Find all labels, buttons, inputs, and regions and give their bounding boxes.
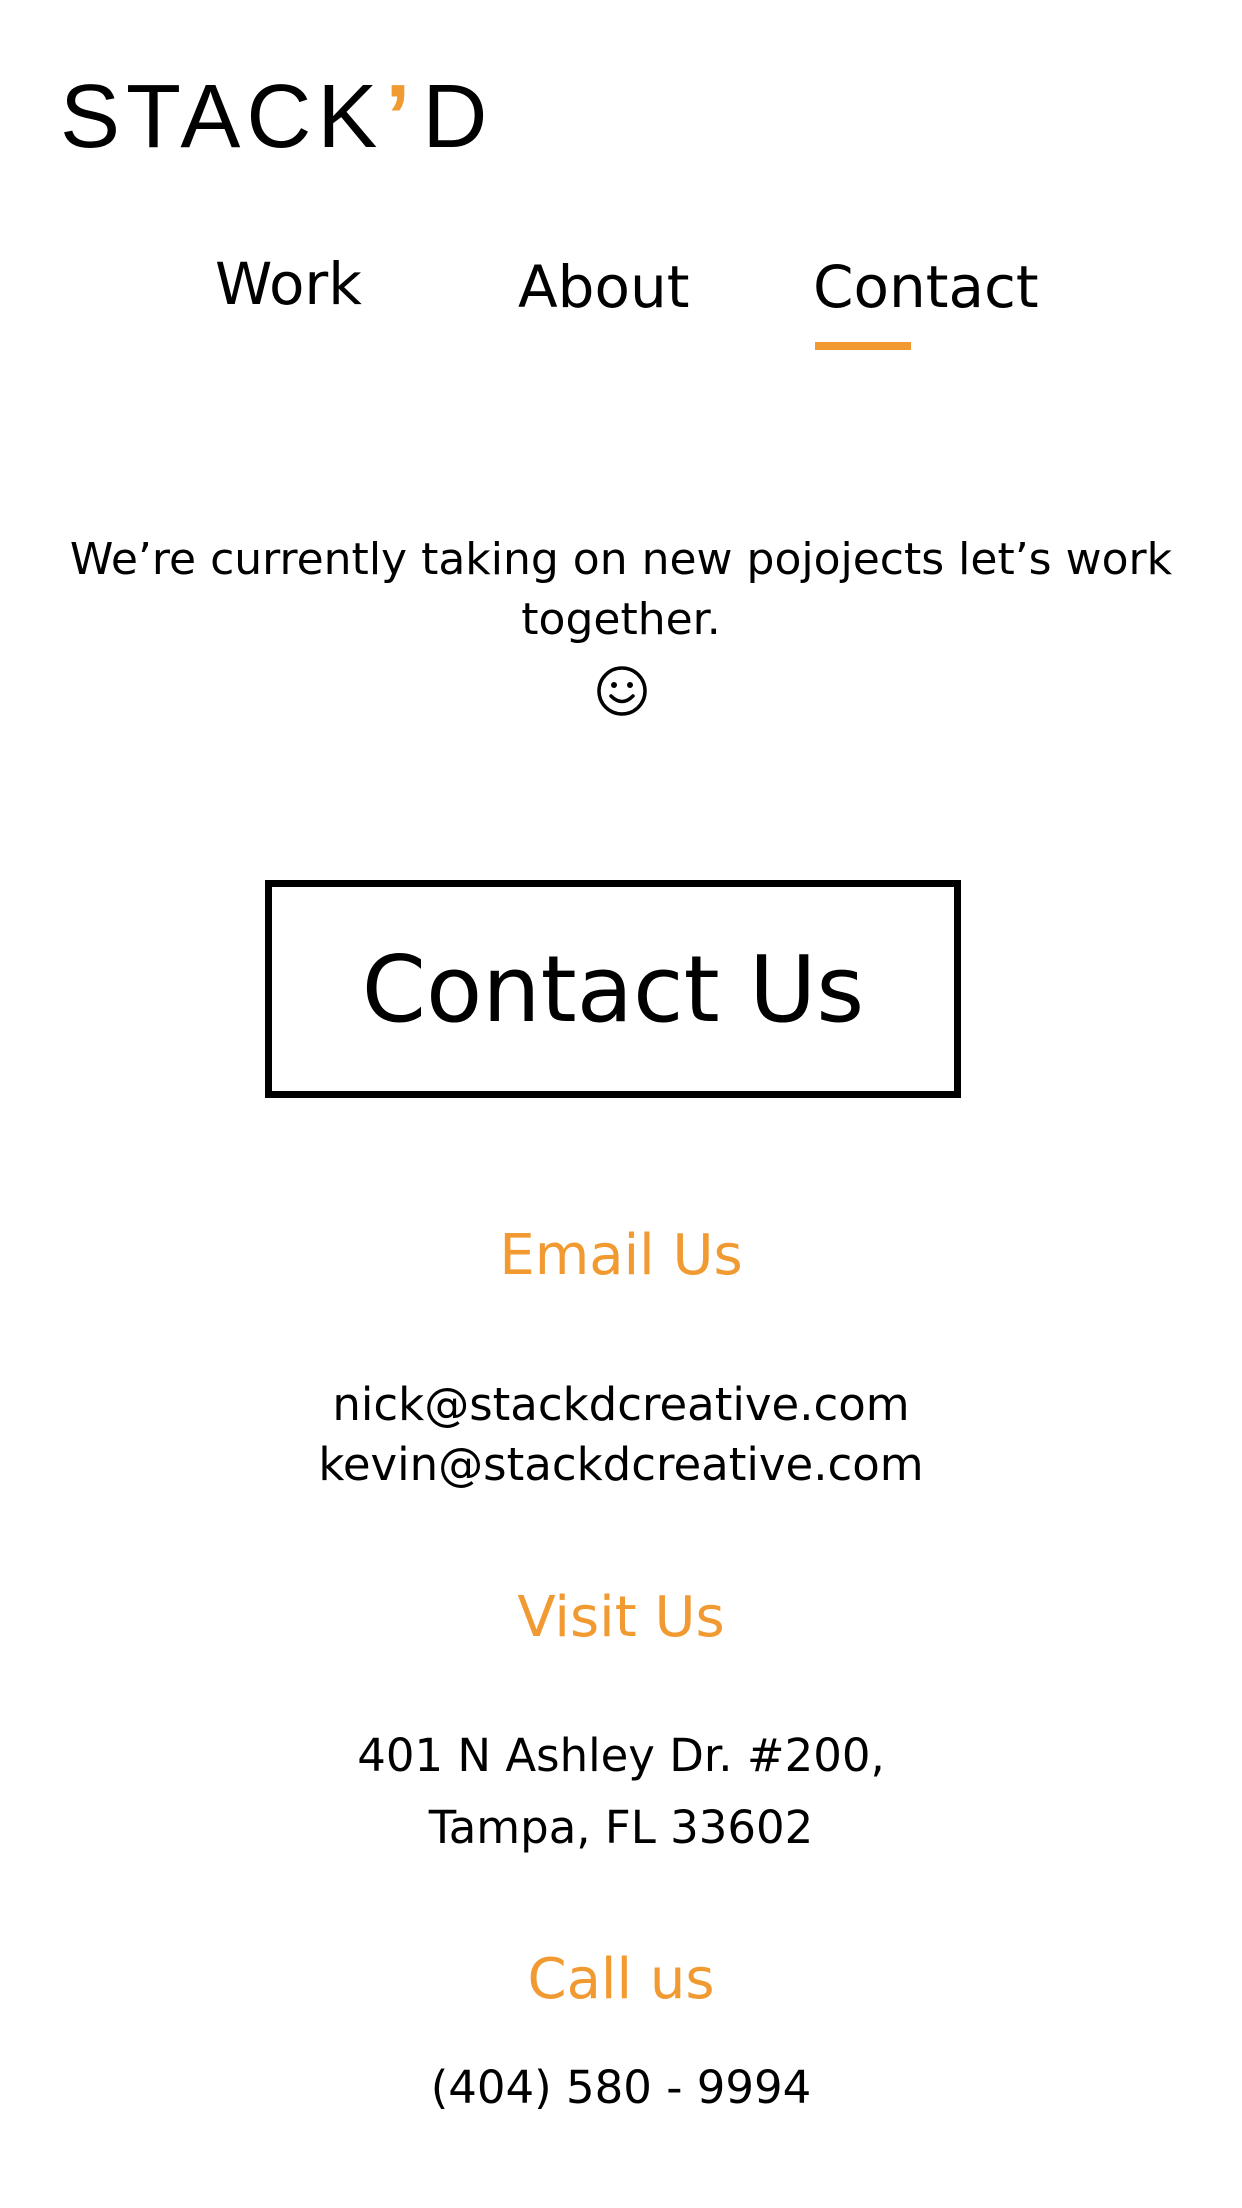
- logo-text-right: D: [422, 67, 494, 167]
- call-heading: Call us: [527, 1947, 715, 2012]
- logo-apostrophe: ’: [385, 67, 417, 167]
- email-link-kevin[interactable]: kevin@stackdcreative.com: [318, 1438, 923, 1491]
- visit-heading: Visit Us: [517, 1585, 725, 1650]
- contact-us-button-label: Contact Us: [361, 935, 865, 1043]
- nav-item-work[interactable]: Work: [215, 255, 362, 313]
- email-link-nick[interactable]: nick@stackdcreative.com: [332, 1378, 909, 1431]
- site-logo[interactable]: STACK ’ D: [60, 72, 493, 162]
- address-line-2: Tampa, FL 33602: [428, 1801, 814, 1854]
- intro-text: We’re currently taking on new pojojects …: [69, 534, 1173, 645]
- smiley-icon: [597, 666, 647, 716]
- address: 401 N Ashley Dr. #200, Tampa, FL 33602: [0, 1720, 1242, 1864]
- phone-number: (404) 580 - 9994: [0, 2058, 1242, 2118]
- phone-link[interactable]: (404) 580 - 9994: [431, 2061, 812, 2114]
- nav-item-about[interactable]: About: [518, 258, 689, 316]
- email-list: nick@stackdcreative.com kevin@stackdcrea…: [0, 1375, 1242, 1495]
- address-line-1: 401 N Ashley Dr. #200,: [357, 1729, 885, 1782]
- nav-item-contact[interactable]: Contact: [813, 258, 1039, 316]
- email-heading: Email Us: [499, 1223, 743, 1288]
- logo-text-left: STACK: [60, 67, 384, 167]
- contact-us-button[interactable]: Contact Us: [265, 880, 961, 1098]
- active-nav-indicator: [815, 342, 911, 350]
